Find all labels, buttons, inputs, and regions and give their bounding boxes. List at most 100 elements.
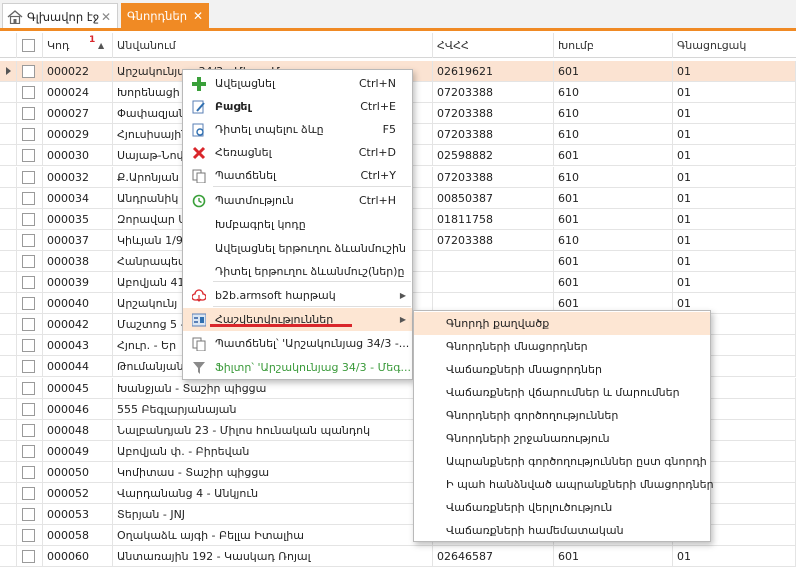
- menu-item-shortcut: Ctrl+Y: [360, 169, 396, 183]
- menu-item-label: b2b.armsoft հարթակ: [215, 289, 336, 303]
- menu-item[interactable]: Հաշվետվություններ ▶: [183, 308, 412, 332]
- menu-item-label: Պատմություն: [215, 194, 294, 208]
- submenu-item[interactable]: Ապրանքների գործողություններ ըստ գնորդի: [414, 450, 710, 473]
- menu-item[interactable]: Ֆիլտր՝ 'Արշակունյաց 34/3 - Մեգ...: [183, 356, 412, 379]
- cell-price-type: 01: [673, 229, 796, 251]
- row-checkbox[interactable]: [22, 318, 35, 332]
- row-checkbox[interactable]: [22, 191, 35, 205]
- menu-item[interactable]: Ավելացնել Ctrl+N: [183, 72, 412, 95]
- current-row-indicator-icon: [6, 67, 11, 75]
- row-checkbox[interactable]: [22, 423, 35, 437]
- row-checkbox[interactable]: [22, 86, 35, 100]
- column-header-price-type[interactable]: Գնացուցակ: [673, 33, 796, 58]
- menu-item-label: Դիտել տպելու ձևը: [215, 123, 324, 137]
- column-header-name[interactable]: Անվանում: [113, 33, 433, 58]
- menu-item[interactable]: Դիտել տպելու ձևը F5: [183, 118, 412, 141]
- tab-customers[interactable]: Գնորդներ ✕: [121, 3, 209, 29]
- row-checkbox[interactable]: [22, 444, 35, 458]
- row-checkbox[interactable]: [22, 487, 35, 500]
- row-checkbox[interactable]: [22, 276, 35, 289]
- cell-name: Օղակաձև այգի - Բելլա Իտալիա: [113, 525, 433, 547]
- tab-underline: [0, 28, 796, 31]
- column-header-code[interactable]: Կոդ 1 ▲: [43, 33, 113, 58]
- cell-tin: 02619621: [433, 61, 554, 82]
- cell-price-type: 01: [673, 250, 796, 272]
- submenu-item[interactable]: Վաճառքների համեմատական: [414, 519, 710, 542]
- row-checkbox[interactable]: [22, 128, 35, 142]
- cell-name: Խանջյան - Տաշիր պիցցա: [113, 377, 433, 399]
- row-checkbox[interactable]: [22, 381, 35, 395]
- menu-item[interactable]: Խմբագրել կոդը: [183, 213, 412, 236]
- row-checkbox[interactable]: [22, 212, 35, 226]
- cell-name: Տերյան - JNJ: [113, 504, 433, 526]
- row-checkbox[interactable]: [22, 550, 35, 564]
- row-checkbox[interactable]: [22, 465, 35, 479]
- menu-item-label: Խմբագրել կոդը: [215, 218, 306, 232]
- select-all-checkbox[interactable]: [22, 39, 35, 52]
- row-checkbox[interactable]: [22, 233, 35, 247]
- row-checkbox[interactable]: [22, 297, 35, 311]
- row-checkbox[interactable]: [22, 529, 35, 543]
- menu-item[interactable]: Պատճենել Ctrl+Y: [183, 164, 412, 187]
- menu-item[interactable]: Պատճենել՝ 'Արշակունյաց 34/3 -...: [183, 332, 412, 355]
- row-checkbox[interactable]: [22, 149, 35, 163]
- close-icon[interactable]: ✕: [101, 10, 111, 24]
- row-checkbox[interactable]: [22, 107, 35, 121]
- cell-code: 000029: [43, 124, 113, 146]
- menu-item[interactable]: Հեռացնել Ctrl+D: [183, 141, 412, 164]
- row-checkbox[interactable]: [22, 65, 35, 78]
- row-indicator: [0, 166, 17, 188]
- table-row[interactable]: 000060 Անտառային 192 - Կասկադ Ռոյալ 026465…: [0, 546, 796, 567]
- cell-tin: 02598882: [433, 145, 554, 167]
- submenu-item[interactable]: Գնորդների գործողություններ: [414, 404, 710, 427]
- row-checkbox[interactable]: [22, 170, 35, 184]
- column-header-group[interactable]: Խումբ: [554, 33, 673, 58]
- menu-item[interactable]: Պատմություն Ctrl+H: [183, 189, 412, 212]
- row-checkbox-cell: [17, 124, 43, 146]
- row-checkbox[interactable]: [22, 402, 35, 416]
- menu-item-label: Դիտել երթուղու ձևանմուշ(ներ)ը: [215, 265, 405, 279]
- row-checkbox-cell: [17, 229, 43, 251]
- row-indicator: [0, 293, 17, 315]
- submenu-item[interactable]: Գնորդի քաղվածք: [414, 312, 710, 335]
- submenu-item[interactable]: Վաճառքների մնացորդներ: [414, 358, 710, 381]
- row-checkbox[interactable]: [22, 339, 35, 353]
- delete-icon: [191, 145, 207, 161]
- cell-name: Նալբանդյան 23 - Միլոս հունական պանդոկ: [113, 419, 433, 441]
- tab-home[interactable]: Գլխավոր էջ ✕: [2, 3, 118, 29]
- row-indicator: [0, 335, 17, 357]
- row-indicator: [0, 187, 17, 209]
- cell-code: 000050: [43, 461, 113, 483]
- cell-code: 000024: [43, 82, 113, 104]
- tab-customers-label: Գնորդներ: [127, 9, 188, 23]
- row-checkbox[interactable]: [22, 508, 35, 522]
- menu-item[interactable]: b2b.armsoft հարթակ ▶: [183, 284, 412, 307]
- row-checkbox-cell: [17, 82, 43, 104]
- cell-tin: 00850387: [433, 187, 554, 209]
- plus-icon: [191, 76, 207, 92]
- row-indicator: [0, 272, 17, 293]
- submenu-item[interactable]: Վաճառքների վերլուծություն: [414, 496, 710, 519]
- menu-item[interactable]: Բացել Ctrl+E: [183, 95, 412, 118]
- row-checkbox[interactable]: [22, 360, 35, 374]
- menu-item-shortcut: Ctrl+D: [358, 146, 396, 160]
- cell-price-type: 01: [673, 208, 796, 230]
- cell-code: 000052: [43, 483, 113, 504]
- row-checkbox[interactable]: [22, 254, 35, 268]
- submenu-item[interactable]: Վաճառքների վճարումներ և մարումներ: [414, 381, 710, 404]
- row-indicator: [0, 61, 17, 82]
- row-checkbox-cell: [17, 377, 43, 399]
- menu-item[interactable]: Դիտել երթուղու ձևանմուշ(ներ)ը: [183, 260, 412, 283]
- row-indicator: [0, 145, 17, 167]
- menu-item-label: Հեռացնել: [215, 146, 272, 160]
- submenu-item[interactable]: Գնորդների մնացորդներ: [414, 335, 710, 358]
- close-icon[interactable]: ✕: [193, 9, 203, 23]
- menu-item[interactable]: Ավելացնել երթուղու ձևանմուշին: [183, 237, 412, 260]
- column-header-tin[interactable]: ՀՎՀՀ: [433, 33, 554, 58]
- context-menu: Ավելացնել Ctrl+N Բացել Ctrl+E Դիտել տպելու ձ…: [182, 69, 413, 380]
- cloud-icon: [191, 288, 207, 304]
- row-checkbox-cell: [17, 166, 43, 188]
- submenu-item[interactable]: Ի պահ հանձնված ապրանքների մնացորդներ: [414, 473, 714, 496]
- filter-icon: [191, 360, 207, 376]
- submenu-item[interactable]: Գնորդների շրջանառություն: [414, 427, 710, 450]
